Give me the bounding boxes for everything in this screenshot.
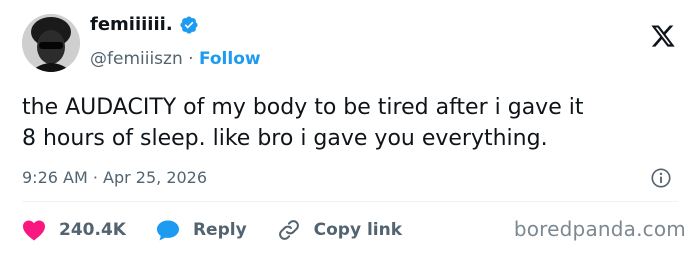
watermark: boredpanda.com (513, 217, 686, 241)
tweet-text: the AUDACITY of my body to be tired afte… (22, 92, 682, 154)
tweet-text-line: the AUDACITY of my body to be tired afte… (22, 95, 584, 120)
handle-separator: · (188, 49, 199, 69)
reply-bubble-icon (156, 220, 179, 241)
follow-button[interactable]: Follow (199, 49, 261, 69)
author-name-row: femiiiiii. (90, 14, 199, 35)
author-handle-row: @femiiiszn · Follow (90, 49, 261, 69)
x-logo-icon[interactable] (650, 23, 676, 49)
heart-icon (23, 220, 45, 241)
avatar-image (22, 14, 80, 72)
action-bar: 240.4K Reply Copy link (22, 216, 432, 244)
verified-badge-icon (180, 15, 198, 34)
like-button[interactable]: 240.4K (22, 219, 126, 241)
copy-link-label: Copy link (313, 220, 403, 240)
author-handle[interactable]: @femiiiszn (90, 49, 183, 69)
likes-count: 240.4K (59, 220, 126, 240)
avatar[interactable] (22, 14, 80, 72)
divider (22, 201, 678, 202)
copy-link-button[interactable]: Copy link (277, 218, 402, 242)
reply-label: Reply (192, 220, 247, 240)
tweet-text-line: 8 hours of sleep. like bro i gave you ev… (22, 126, 548, 151)
info-icon[interactable] (650, 167, 672, 189)
reply-button[interactable]: Reply (156, 219, 247, 241)
author-display-name[interactable]: femiiiiii. (90, 14, 173, 35)
link-icon (278, 220, 299, 240)
tweet-timestamp[interactable]: 9:26 AM · Apr 25, 2026 (22, 168, 207, 187)
